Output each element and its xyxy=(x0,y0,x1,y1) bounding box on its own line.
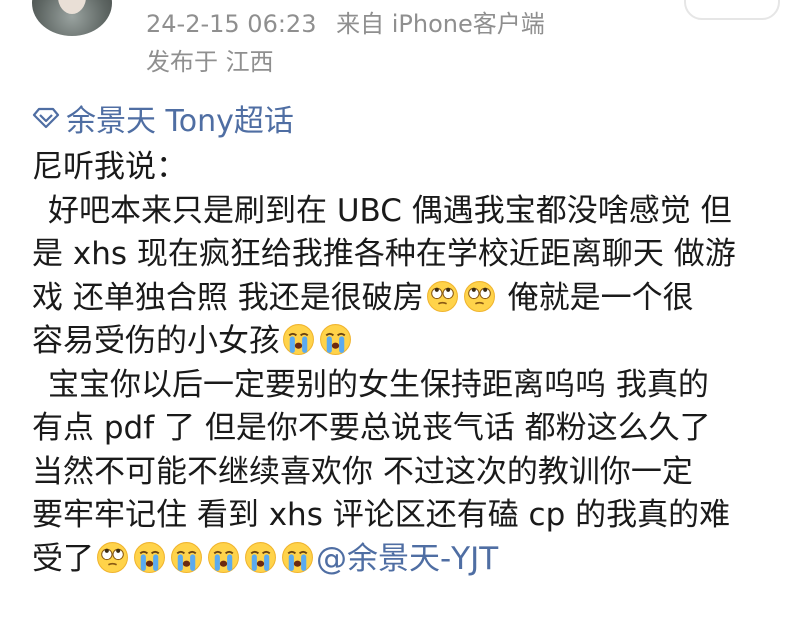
post-line: 戏 还单独合照 我还是很破房 俺就是一个很 xyxy=(32,277,777,321)
post-line: 容易受伤的小女孩 xyxy=(32,320,777,364)
post-line-text: 受了 xyxy=(32,540,94,577)
post-time: 24-2-15 06:23 xyxy=(146,10,317,38)
eye-roll-emoji xyxy=(96,541,129,574)
crying-emoji xyxy=(133,541,166,574)
eye-roll-emoji xyxy=(426,280,459,313)
crying-emoji xyxy=(207,541,240,574)
crying-emoji xyxy=(170,541,203,574)
post-line: 尼听我说： xyxy=(32,149,187,185)
post-line: 好吧本来只是刷到在 UBC 偶遇我宝都没啥感觉 但 xyxy=(48,192,732,229)
crying-emoji xyxy=(282,323,315,356)
post-line: 受了 @余景天-YJT xyxy=(32,538,777,582)
post-source: 来自 iPhone客户端 xyxy=(336,10,545,38)
post-line-text: 容易受伤的小女孩 xyxy=(32,323,280,359)
crying-emoji xyxy=(281,541,314,574)
post-line: 有点 pdf 了 但是你不要总说丧气话 都粉这么久了 xyxy=(32,410,711,446)
post-line-text: 俺就是一个很 xyxy=(507,279,694,316)
post-line: 当然不可能不继续喜欢你 不过这次的教训你一定 xyxy=(32,453,693,490)
crying-emoji xyxy=(244,541,277,574)
supertopic-diamond-icon xyxy=(32,107,60,129)
eye-roll-emoji xyxy=(463,280,496,313)
post-location: 发布于 江西 xyxy=(146,48,274,76)
post-meta: 24-2-15 06:23 来自 iPhone客户端 xyxy=(146,4,545,39)
follow-button[interactable] xyxy=(684,0,780,20)
avatar[interactable] xyxy=(32,0,112,36)
avatar-face xyxy=(58,0,86,14)
crying-emoji xyxy=(319,323,352,356)
post-line: 要牢牢记住 看到 xhs 评论区还有磕 cp 的我真的难 xyxy=(32,497,731,533)
post-line-text: 戏 还单独合照 我还是很破房 xyxy=(32,279,424,316)
user-mention-link[interactable]: @余景天-YJT xyxy=(316,541,498,577)
post-body: 尼听我说： 好吧本来只是刷到在 UBC 偶遇我宝都没啥感觉 但 是 xhs 现在… xyxy=(32,146,777,581)
supertopic-link[interactable]: 余景天 Tony超话 xyxy=(32,96,294,140)
post-line: 宝宝你以后一定要别的女生保持距离呜呜 我真的 xyxy=(48,366,709,403)
post-line: 是 xhs 现在疯狂给我推各种在学校近距离聊天 做游 xyxy=(32,236,736,272)
supertopic-label: 余景天 Tony超话 xyxy=(66,104,294,139)
